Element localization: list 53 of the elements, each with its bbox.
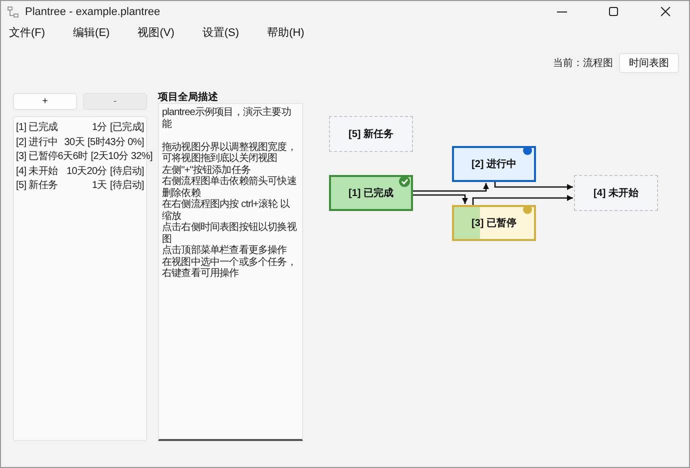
timeline-view-button[interactable]: 时间表图 <box>619 53 679 73</box>
node-label: [4] 未开始 <box>594 186 638 200</box>
task-status: [5时43分 0%] <box>88 136 144 149</box>
description-line: plantree示例项目，演示主要功能 <box>162 107 292 130</box>
remove-task-button[interactable]: - <box>83 93 147 110</box>
task-duration: 1分 <box>90 121 108 134</box>
menu-item[interactable]: 视图(V) <box>134 24 178 40</box>
menu-item[interactable]: 设置(S) <box>199 24 242 40</box>
maximize-icon <box>609 7 619 17</box>
task-name[interactable]: [2] 进行中 <box>16 134 60 149</box>
description-line: 右侧流程图单击依赖箭头可快速删除依赖 <box>162 176 298 198</box>
description-line: 在右侧流程图内按 ctrl+滚轮 以缩放 <box>162 199 291 222</box>
status-dot-icon <box>523 148 532 155</box>
menu-item[interactable]: 编辑(E) <box>70 24 113 40</box>
node-label: [1] 已完成 <box>348 186 394 200</box>
description-line: 在视图中选中一个或多个任务，右键查看可用操作 <box>162 256 298 280</box>
app-icon <box>7 6 19 18</box>
description-line: 拖动视图分界以调整视图宽度，可将视图拖到底以关闭视图 <box>162 142 298 164</box>
window-title: Plantree - example.plantree <box>25 6 162 18</box>
dependency-arrow[interactable] <box>413 182 490 193</box>
node-label: [5] 新任务 <box>348 127 394 141</box>
status-dot-icon <box>523 207 532 214</box>
description-field[interactable]: plantree示例项目，演示主要功能 拖动视图分界以调整视图宽度，可将视图拖到底以关闭视图 左侧"+"按钮添加任务 右侧流程图单击依赖箭头可快速删除依赖 在右侧流程图内按 ctrl+滚轮 以缩放 点击右侧时间表图按钮以切换视图 点击顶部菜单栏查看更多操作 在视图中选中一个或多个任务，右键查看可用操作 <box>158 103 303 441</box>
add-task-button[interactable]: + <box>13 93 77 110</box>
description-line: 点击右侧时间表图按钮以切换视图 <box>162 222 298 244</box>
task-duration: 30天 <box>63 136 86 149</box>
menu-item[interactable]: 文件(F) <box>6 24 48 40</box>
menu-item[interactable]: 帮助(H) <box>264 24 308 40</box>
node-label: [3] 已暂停 <box>472 216 516 230</box>
close-icon <box>661 7 671 17</box>
check-icon <box>399 177 410 187</box>
task-status: [待启动] <box>110 164 144 178</box>
task-duration: 10天20分 <box>65 164 108 178</box>
description-line: 左侧"+"按钮添加任务 <box>162 164 252 176</box>
task-name[interactable]: [1] 已完成 <box>16 120 60 134</box>
task-node[interactable]: [1] 已完成 <box>329 175 413 211</box>
task-status: [待启动] <box>110 178 144 192</box>
task-name[interactable]: [4] 未开始 <box>16 164 60 178</box>
task-duration: 6天6时 <box>58 150 89 164</box>
description-line: 点击顶部菜单栏查看更多操作 <box>162 245 288 256</box>
task-node[interactable]: [2] 进行中 <box>452 146 536 182</box>
node-label: [2] 进行中 <box>472 158 516 171</box>
current-view-label: 当前：流程图 <box>553 56 613 70</box>
description-heading: 项目全局描述 <box>158 90 219 103</box>
task-node[interactable]: [5] 新任务 <box>329 116 413 152</box>
task-name[interactable]: [3] 已暂停 <box>16 149 58 164</box>
task-node[interactable]: [4] 未开始 <box>574 175 658 211</box>
task-name[interactable]: [5] 新任务 <box>16 178 60 192</box>
task-status: [已完成] <box>110 120 144 134</box>
task-duration: 1天 <box>90 179 108 192</box>
task-node[interactable]: [3] 已暂停 <box>452 205 536 241</box>
task-status: [2天10分 32%] <box>90 150 152 164</box>
dependency-arrow[interactable] <box>413 193 469 205</box>
